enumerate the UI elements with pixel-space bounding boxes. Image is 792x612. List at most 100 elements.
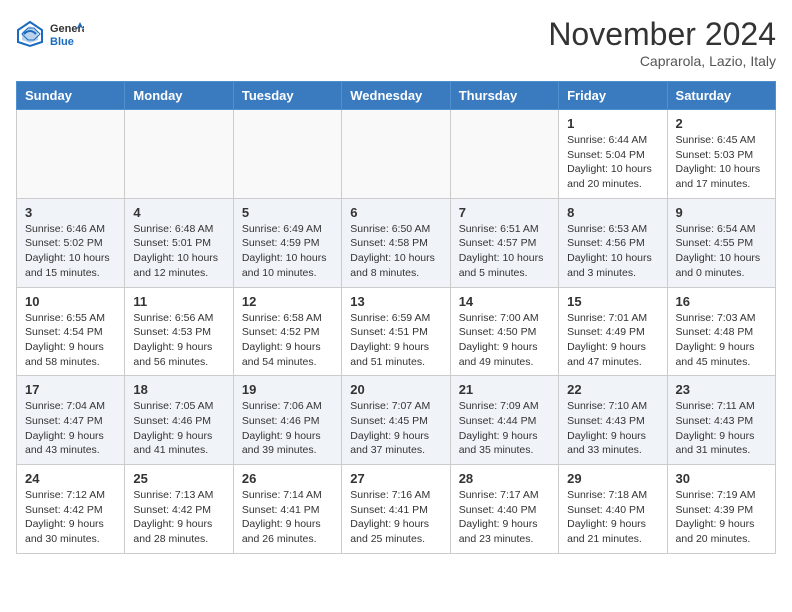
- calendar-day-cell: 30 Sunrise: 7:19 AM Sunset: 4:39 PM Dayli…: [667, 465, 775, 554]
- calendar-day-cell: 3 Sunrise: 6:46 AM Sunset: 5:02 PM Daylig…: [17, 198, 125, 287]
- day-info: Sunrise: 7:16 AM Sunset: 4:41 PM Dayligh…: [350, 488, 441, 547]
- day-info: Sunrise: 6:45 AM Sunset: 5:03 PM Dayligh…: [676, 133, 767, 192]
- calendar-day-cell: 9Sunrise: 6:54 AM Sunset: 4:55 PM Daylig…: [667, 198, 775, 287]
- day-of-week-header: Friday: [559, 82, 667, 110]
- day-info: Sunrise: 7:17 AM Sunset: 4:40 PM Dayligh…: [459, 488, 550, 547]
- day-info: Sunrise: 6:46 AM Sunset: 5:02 PM Dayligh…: [25, 222, 116, 281]
- day-info: Sunrise: 7:07 AM Sunset: 4:45 PM Dayligh…: [350, 399, 441, 458]
- calendar-week-row: 10Sunrise: 6:55 AM Sunset: 4:54 PM Dayli…: [17, 287, 776, 376]
- day-info: Sunrise: 7:01 AM Sunset: 4:49 PM Dayligh…: [567, 311, 658, 370]
- calendar-week-row: 17Sunrise: 7:04 AM Sunset: 4:47 PM Dayli…: [17, 376, 776, 465]
- logo-text: General Blue: [48, 16, 84, 52]
- calendar-day-cell: 10Sunrise: 6:55 AM Sunset: 4:54 PM Dayli…: [17, 287, 125, 376]
- calendar-day-cell: 24Sunrise: 7:12 AM Sunset: 4:42 PM Dayli…: [17, 465, 125, 554]
- day-of-week-header: Wednesday: [342, 82, 450, 110]
- day-info: Sunrise: 6:48 AM Sunset: 5:01 PM Dayligh…: [133, 222, 224, 281]
- calendar-day-cell: 29 Sunrise: 7:18 AM Sunset: 4:40 PM Dayli…: [559, 465, 667, 554]
- calendar-day-cell: 27 Sunrise: 7:16 AM Sunset: 4:41 PM Dayli…: [342, 465, 450, 554]
- day-number: 6: [350, 205, 441, 220]
- day-info: Sunrise: 7:03 AM Sunset: 4:48 PM Dayligh…: [676, 311, 767, 370]
- calendar-day-cell: 18 Sunrise: 7:05 AM Sunset: 4:46 PM Dayli…: [125, 376, 233, 465]
- day-number: 20: [350, 382, 441, 397]
- logo: General Blue: [16, 16, 84, 52]
- calendar-day-cell: 22 Sunrise: 7:10 AM Sunset: 4:43 PM Dayli…: [559, 376, 667, 465]
- day-info: Sunrise: 7:18 AM Sunset: 4:40 PM Dayligh…: [567, 488, 658, 547]
- calendar-day-cell: 13Sunrise: 6:59 AM Sunset: 4:51 PM Dayli…: [342, 287, 450, 376]
- calendar-table: SundayMondayTuesdayWednesdayThursdayFrid…: [16, 81, 776, 554]
- logo-icon: [16, 20, 44, 48]
- day-info: Sunrise: 7:00 AM Sunset: 4:50 PM Dayligh…: [459, 311, 550, 370]
- day-number: 21: [459, 382, 550, 397]
- day-of-week-header: Sunday: [17, 82, 125, 110]
- location-subtitle: Caprarola, Lazio, Italy: [548, 53, 776, 69]
- day-number: 14: [459, 294, 550, 309]
- day-number: 4: [133, 205, 224, 220]
- calendar-day-cell: 28 Sunrise: 7:17 AM Sunset: 4:40 PM Dayli…: [450, 465, 558, 554]
- calendar-day-cell: [233, 110, 341, 199]
- calendar-day-cell: 8Sunrise: 6:53 AM Sunset: 4:56 PM Daylig…: [559, 198, 667, 287]
- day-number: 18: [133, 382, 224, 397]
- calendar-day-cell: 2 Sunrise: 6:45 AM Sunset: 5:03 PM Daylig…: [667, 110, 775, 199]
- day-number: 15: [567, 294, 658, 309]
- day-number: 2: [676, 116, 767, 131]
- calendar-day-cell: 4 Sunrise: 6:48 AM Sunset: 5:01 PM Daylig…: [125, 198, 233, 287]
- calendar-day-cell: 19Sunrise: 7:06 AM Sunset: 4:46 PM Dayli…: [233, 376, 341, 465]
- calendar-day-cell: 1 Sunrise: 6:44 AM Sunset: 5:04 PM Daylig…: [559, 110, 667, 199]
- day-number: 30: [676, 471, 767, 486]
- calendar-day-cell: 5 Sunrise: 6:49 AM Sunset: 4:59 PM Daylig…: [233, 198, 341, 287]
- day-info: Sunrise: 7:10 AM Sunset: 4:43 PM Dayligh…: [567, 399, 658, 458]
- day-of-week-header: Thursday: [450, 82, 558, 110]
- page-header: General Blue November 2024 Caprarola, La…: [16, 16, 776, 69]
- day-number: 13: [350, 294, 441, 309]
- calendar-header-row: SundayMondayTuesdayWednesdayThursdayFrid…: [17, 82, 776, 110]
- calendar-day-cell: 6 Sunrise: 6:50 AM Sunset: 4:58 PM Daylig…: [342, 198, 450, 287]
- day-of-week-header: Saturday: [667, 82, 775, 110]
- title-block: November 2024 Caprarola, Lazio, Italy: [548, 16, 776, 69]
- calendar-day-cell: [342, 110, 450, 199]
- day-number: 25: [133, 471, 224, 486]
- day-info: Sunrise: 6:50 AM Sunset: 4:58 PM Dayligh…: [350, 222, 441, 281]
- day-info: Sunrise: 6:44 AM Sunset: 5:04 PM Dayligh…: [567, 133, 658, 192]
- calendar-day-cell: [17, 110, 125, 199]
- calendar-day-cell: 21 Sunrise: 7:09 AM Sunset: 4:44 PM Dayli…: [450, 376, 558, 465]
- day-info: Sunrise: 6:55 AM Sunset: 4:54 PM Dayligh…: [25, 311, 116, 370]
- day-info: Sunrise: 6:49 AM Sunset: 4:59 PM Dayligh…: [242, 222, 333, 281]
- day-info: Sunrise: 7:06 AM Sunset: 4:46 PM Dayligh…: [242, 399, 333, 458]
- calendar-day-cell: 11Sunrise: 6:56 AM Sunset: 4:53 PM Dayli…: [125, 287, 233, 376]
- svg-text:Blue: Blue: [50, 36, 74, 48]
- day-number: 8: [567, 205, 658, 220]
- day-of-week-header: Tuesday: [233, 82, 341, 110]
- day-info: Sunrise: 6:56 AM Sunset: 4:53 PM Dayligh…: [133, 311, 224, 370]
- day-number: 5: [242, 205, 333, 220]
- day-number: 26: [242, 471, 333, 486]
- day-info: Sunrise: 6:51 AM Sunset: 4:57 PM Dayligh…: [459, 222, 550, 281]
- day-number: 22: [567, 382, 658, 397]
- day-number: 23: [676, 382, 767, 397]
- calendar-week-row: 1 Sunrise: 6:44 AM Sunset: 5:04 PM Daylig…: [17, 110, 776, 199]
- day-number: 7: [459, 205, 550, 220]
- day-number: 16: [676, 294, 767, 309]
- day-number: 28: [459, 471, 550, 486]
- day-info: Sunrise: 7:19 AM Sunset: 4:39 PM Dayligh…: [676, 488, 767, 547]
- calendar-day-cell: 17Sunrise: 7:04 AM Sunset: 4:47 PM Dayli…: [17, 376, 125, 465]
- day-info: Sunrise: 7:05 AM Sunset: 4:46 PM Dayligh…: [133, 399, 224, 458]
- calendar-day-cell: 23 Sunrise: 7:11 AM Sunset: 4:43 PM Dayli…: [667, 376, 775, 465]
- day-number: 12: [242, 294, 333, 309]
- calendar-day-cell: 16 Sunrise: 7:03 AM Sunset: 4:48 PM Dayli…: [667, 287, 775, 376]
- logo-graphic: General Blue: [48, 16, 84, 52]
- calendar-day-cell: 14 Sunrise: 7:00 AM Sunset: 4:50 PM Dayli…: [450, 287, 558, 376]
- calendar-day-cell: 12 Sunrise: 6:58 AM Sunset: 4:52 PM Dayli…: [233, 287, 341, 376]
- day-info: Sunrise: 6:58 AM Sunset: 4:52 PM Dayligh…: [242, 311, 333, 370]
- day-info: Sunrise: 7:09 AM Sunset: 4:44 PM Dayligh…: [459, 399, 550, 458]
- calendar-day-cell: [125, 110, 233, 199]
- day-number: 1: [567, 116, 658, 131]
- day-number: 27: [350, 471, 441, 486]
- day-info: Sunrise: 7:11 AM Sunset: 4:43 PM Dayligh…: [676, 399, 767, 458]
- day-of-week-header: Monday: [125, 82, 233, 110]
- calendar-day-cell: [450, 110, 558, 199]
- calendar-day-cell: 7 Sunrise: 6:51 AM Sunset: 4:57 PM Daylig…: [450, 198, 558, 287]
- day-number: 29: [567, 471, 658, 486]
- day-number: 3: [25, 205, 116, 220]
- day-info: Sunrise: 6:54 AM Sunset: 4:55 PM Dayligh…: [676, 222, 767, 281]
- month-title: November 2024: [548, 16, 776, 53]
